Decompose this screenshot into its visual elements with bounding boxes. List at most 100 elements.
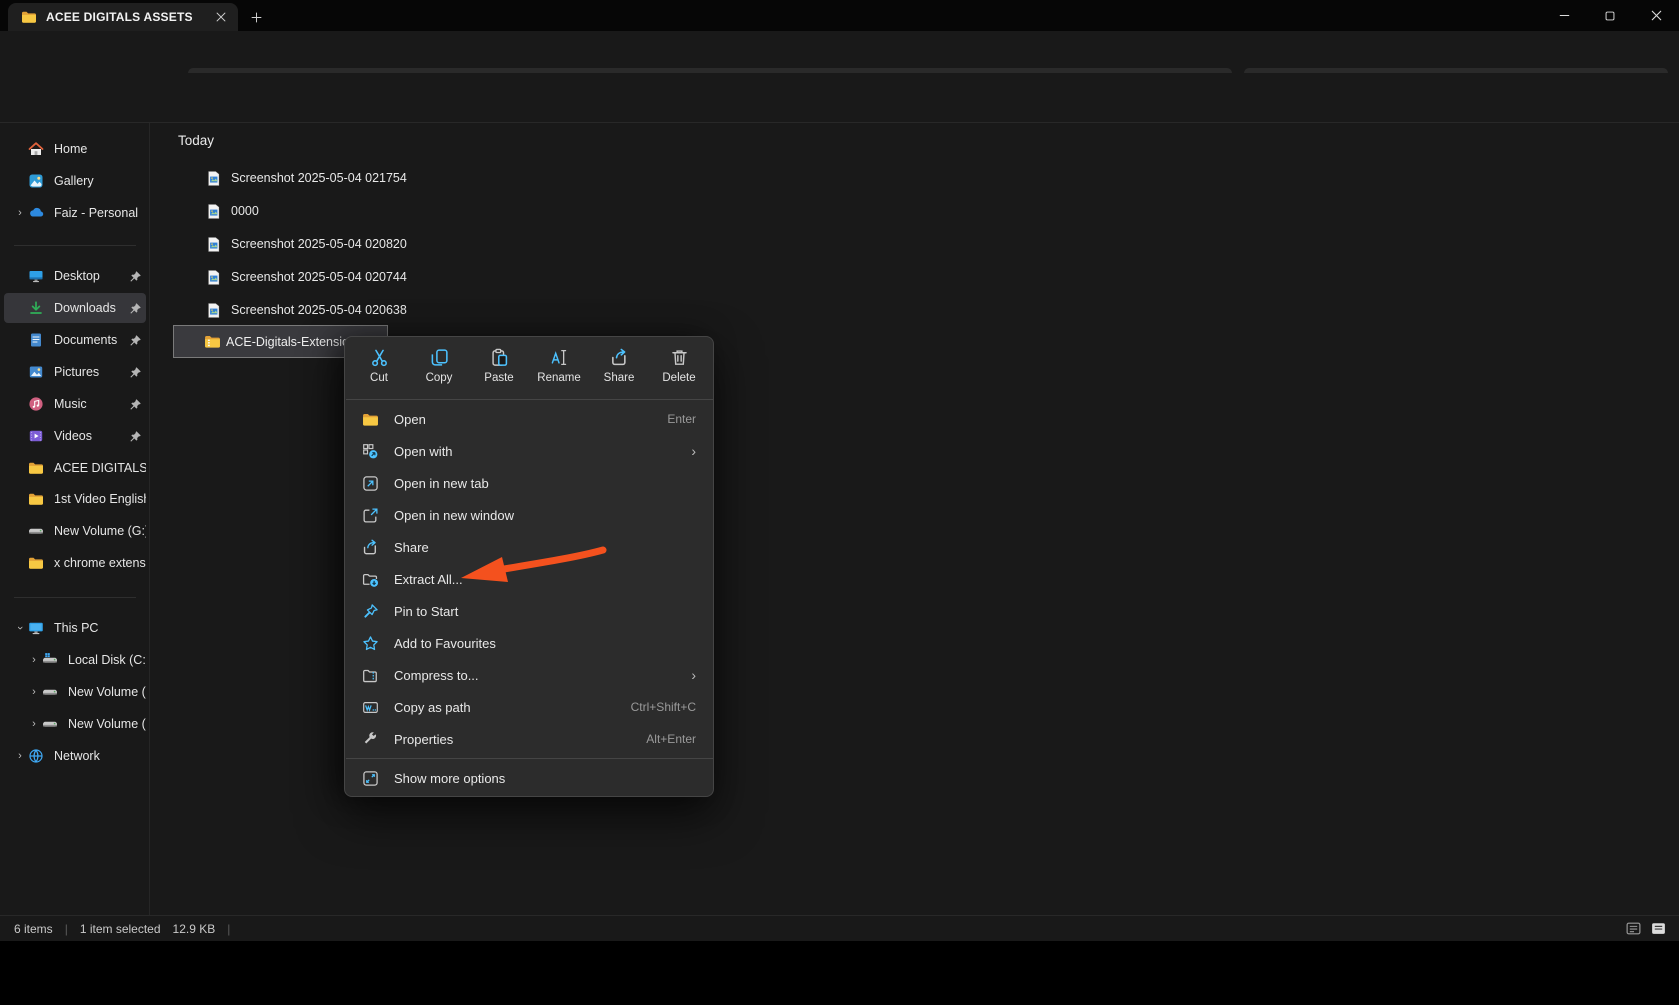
sidebar-divider bbox=[14, 245, 136, 246]
sidebar-item-documents[interactable]: Documents bbox=[4, 325, 146, 355]
sidebar-item-label: New Volume (G:) bbox=[54, 524, 146, 538]
desktop-icon bbox=[28, 268, 44, 284]
share-icon bbox=[362, 539, 379, 556]
image-file-icon bbox=[205, 269, 222, 286]
menu-divider bbox=[346, 758, 714, 759]
file-row[interactable]: Screenshot 2025-05-04 020638 bbox=[205, 296, 407, 324]
new-tab-button[interactable] bbox=[247, 8, 265, 26]
sidebar-item-label: 1st Video English A bbox=[54, 492, 146, 506]
sidebar-item-videos[interactable]: Videos bbox=[4, 421, 146, 451]
sidebar-item-downloads[interactable]: Downloads bbox=[4, 293, 146, 323]
copy-button[interactable]: Copy bbox=[411, 345, 467, 399]
chevron-right-icon[interactable]: › bbox=[26, 654, 42, 666]
group-header-today[interactable]: Today bbox=[178, 133, 214, 148]
sidebar-item-network[interactable]: › Network bbox=[4, 741, 146, 771]
pin-icon bbox=[129, 270, 142, 283]
pin-to-start-icon bbox=[362, 603, 379, 620]
menu-item-label: Extract All... bbox=[394, 572, 696, 587]
delete-button[interactable]: Delete bbox=[651, 345, 707, 399]
tab-title: ACEE DIGITALS ASSETS bbox=[46, 10, 203, 24]
menu-item-label: Open in new window bbox=[394, 508, 696, 523]
sidebar-item-new-volume-g2[interactable]: › New Volume (G:) bbox=[4, 709, 146, 739]
navigation-bar: › Downloads › ACEE DIGITALS ASSETS › Sea… bbox=[0, 31, 1679, 73]
sidebar-item-local-disk-c[interactable]: › Local Disk (C:) bbox=[4, 645, 146, 675]
context-menu: Cut Copy Paste Rename Share Delete bbox=[344, 336, 714, 797]
file-row[interactable]: Screenshot 2025-05-04 020820 bbox=[205, 230, 407, 258]
tab-close-icon[interactable] bbox=[212, 8, 230, 26]
menu-item-label: Open with bbox=[394, 444, 683, 459]
minimize-button[interactable] bbox=[1541, 0, 1587, 31]
sidebar-item-new-volume-d[interactable]: › New Volume (D:) bbox=[4, 677, 146, 707]
quick-action-label: Rename bbox=[537, 372, 580, 384]
menu-item-label: Compress to... bbox=[394, 668, 683, 683]
chevron-right-icon[interactable]: › bbox=[12, 750, 28, 762]
menu-item-extract-all[interactable]: Extract All... bbox=[350, 563, 710, 595]
sidebar-item-this-pc[interactable]: › This PC bbox=[4, 613, 146, 643]
menu-item-share[interactable]: Share bbox=[350, 531, 710, 563]
file-row[interactable]: Screenshot 2025-05-04 020744 bbox=[205, 263, 407, 291]
extract-icon bbox=[362, 571, 379, 588]
menu-item-show-more-options[interactable]: Show more options bbox=[350, 762, 710, 795]
sidebar-item-gallery[interactable]: Gallery bbox=[4, 166, 146, 196]
sidebar-item-music[interactable]: Music bbox=[4, 389, 146, 419]
selection-count: 1 item selected bbox=[80, 922, 161, 936]
share-button[interactable]: Share bbox=[591, 345, 647, 399]
sidebar-item-onedrive[interactable]: › Faiz - Personal bbox=[4, 198, 146, 228]
quick-action-label: Paste bbox=[484, 372, 513, 384]
close-button[interactable] bbox=[1633, 0, 1679, 31]
menu-item-open-in-new-tab[interactable]: Open in new tab bbox=[350, 467, 710, 499]
sidebar-item-1st-video-english[interactable]: 1st Video English A bbox=[4, 484, 146, 514]
pin-icon bbox=[129, 398, 142, 411]
pin-icon bbox=[129, 430, 142, 443]
drive-icon bbox=[28, 523, 44, 539]
menu-item-pin-to-start[interactable]: Pin to Start bbox=[350, 595, 710, 627]
menu-item-label: Open bbox=[394, 412, 667, 427]
downloads-icon bbox=[28, 300, 44, 316]
maximize-button[interactable] bbox=[1587, 0, 1633, 31]
menu-item-compress-to[interactable]: Compress to... › bbox=[350, 659, 710, 691]
paste-button[interactable]: Paste bbox=[471, 345, 527, 399]
file-row[interactable]: 0000 bbox=[205, 197, 259, 225]
sidebar-item-label: ACEE DIGITALS ASSETS bbox=[54, 461, 146, 475]
rename-button[interactable]: Rename bbox=[531, 345, 587, 399]
cut-button[interactable]: Cut bbox=[351, 345, 407, 399]
sidebar-divider bbox=[14, 597, 136, 598]
menu-item-label: Properties bbox=[394, 732, 646, 747]
drive-icon bbox=[42, 684, 58, 700]
pictures-icon bbox=[28, 364, 44, 380]
star-icon bbox=[362, 635, 379, 652]
chevron-right-icon[interactable]: › bbox=[12, 207, 28, 219]
explorer-tab[interactable]: ACEE DIGITALS ASSETS bbox=[8, 3, 238, 31]
open-with-icon bbox=[362, 443, 379, 460]
menu-item-label: Add to Favourites bbox=[394, 636, 696, 651]
menu-item-open-in-new-window[interactable]: Open in new window bbox=[350, 499, 710, 531]
submenu-chevron-icon: › bbox=[691, 667, 696, 683]
submenu-chevron-icon: › bbox=[691, 443, 696, 459]
details-view-button[interactable] bbox=[1650, 920, 1667, 937]
chevron-down-icon[interactable]: › bbox=[14, 620, 26, 636]
pin-icon bbox=[129, 334, 142, 347]
sidebar-item-x-chrome-extension[interactable]: x chrome extension bbox=[4, 548, 146, 578]
drive-icon bbox=[42, 716, 58, 732]
menu-item-add-to-favourites[interactable]: Add to Favourites bbox=[350, 627, 710, 659]
menu-item-shortcut: Ctrl+Shift+C bbox=[631, 700, 696, 714]
large-icons-view-button[interactable] bbox=[1625, 920, 1642, 937]
sidebar-item-new-volume-g[interactable]: New Volume (G:) bbox=[4, 516, 146, 546]
sidebar-item-label: Home bbox=[54, 142, 146, 156]
file-row[interactable]: Screenshot 2025-05-04 021754 bbox=[205, 164, 407, 192]
sidebar-item-label: Documents bbox=[54, 333, 129, 347]
quick-action-label: Share bbox=[604, 372, 635, 384]
chevron-right-icon[interactable]: › bbox=[26, 686, 42, 698]
menu-item-open[interactable]: Open Enter bbox=[350, 403, 710, 435]
sidebar-item-desktop[interactable]: Desktop bbox=[4, 261, 146, 291]
trash-icon bbox=[670, 348, 689, 367]
sidebar-item-pictures[interactable]: Pictures bbox=[4, 357, 146, 387]
chevron-right-icon[interactable]: › bbox=[26, 718, 42, 730]
wrench-icon bbox=[362, 731, 379, 748]
menu-item-open-with[interactable]: Open with › bbox=[350, 435, 710, 467]
sidebar-item-home[interactable]: Home bbox=[4, 134, 146, 164]
quick-action-label: Delete bbox=[662, 372, 695, 384]
sidebar-item-acee-digitals-assets[interactable]: ACEE DIGITALS ASSETS bbox=[4, 453, 146, 483]
menu-item-copy-as-path[interactable]: Copy as path Ctrl+Shift+C bbox=[350, 691, 710, 723]
menu-item-properties[interactable]: Properties Alt+Enter bbox=[350, 723, 710, 755]
